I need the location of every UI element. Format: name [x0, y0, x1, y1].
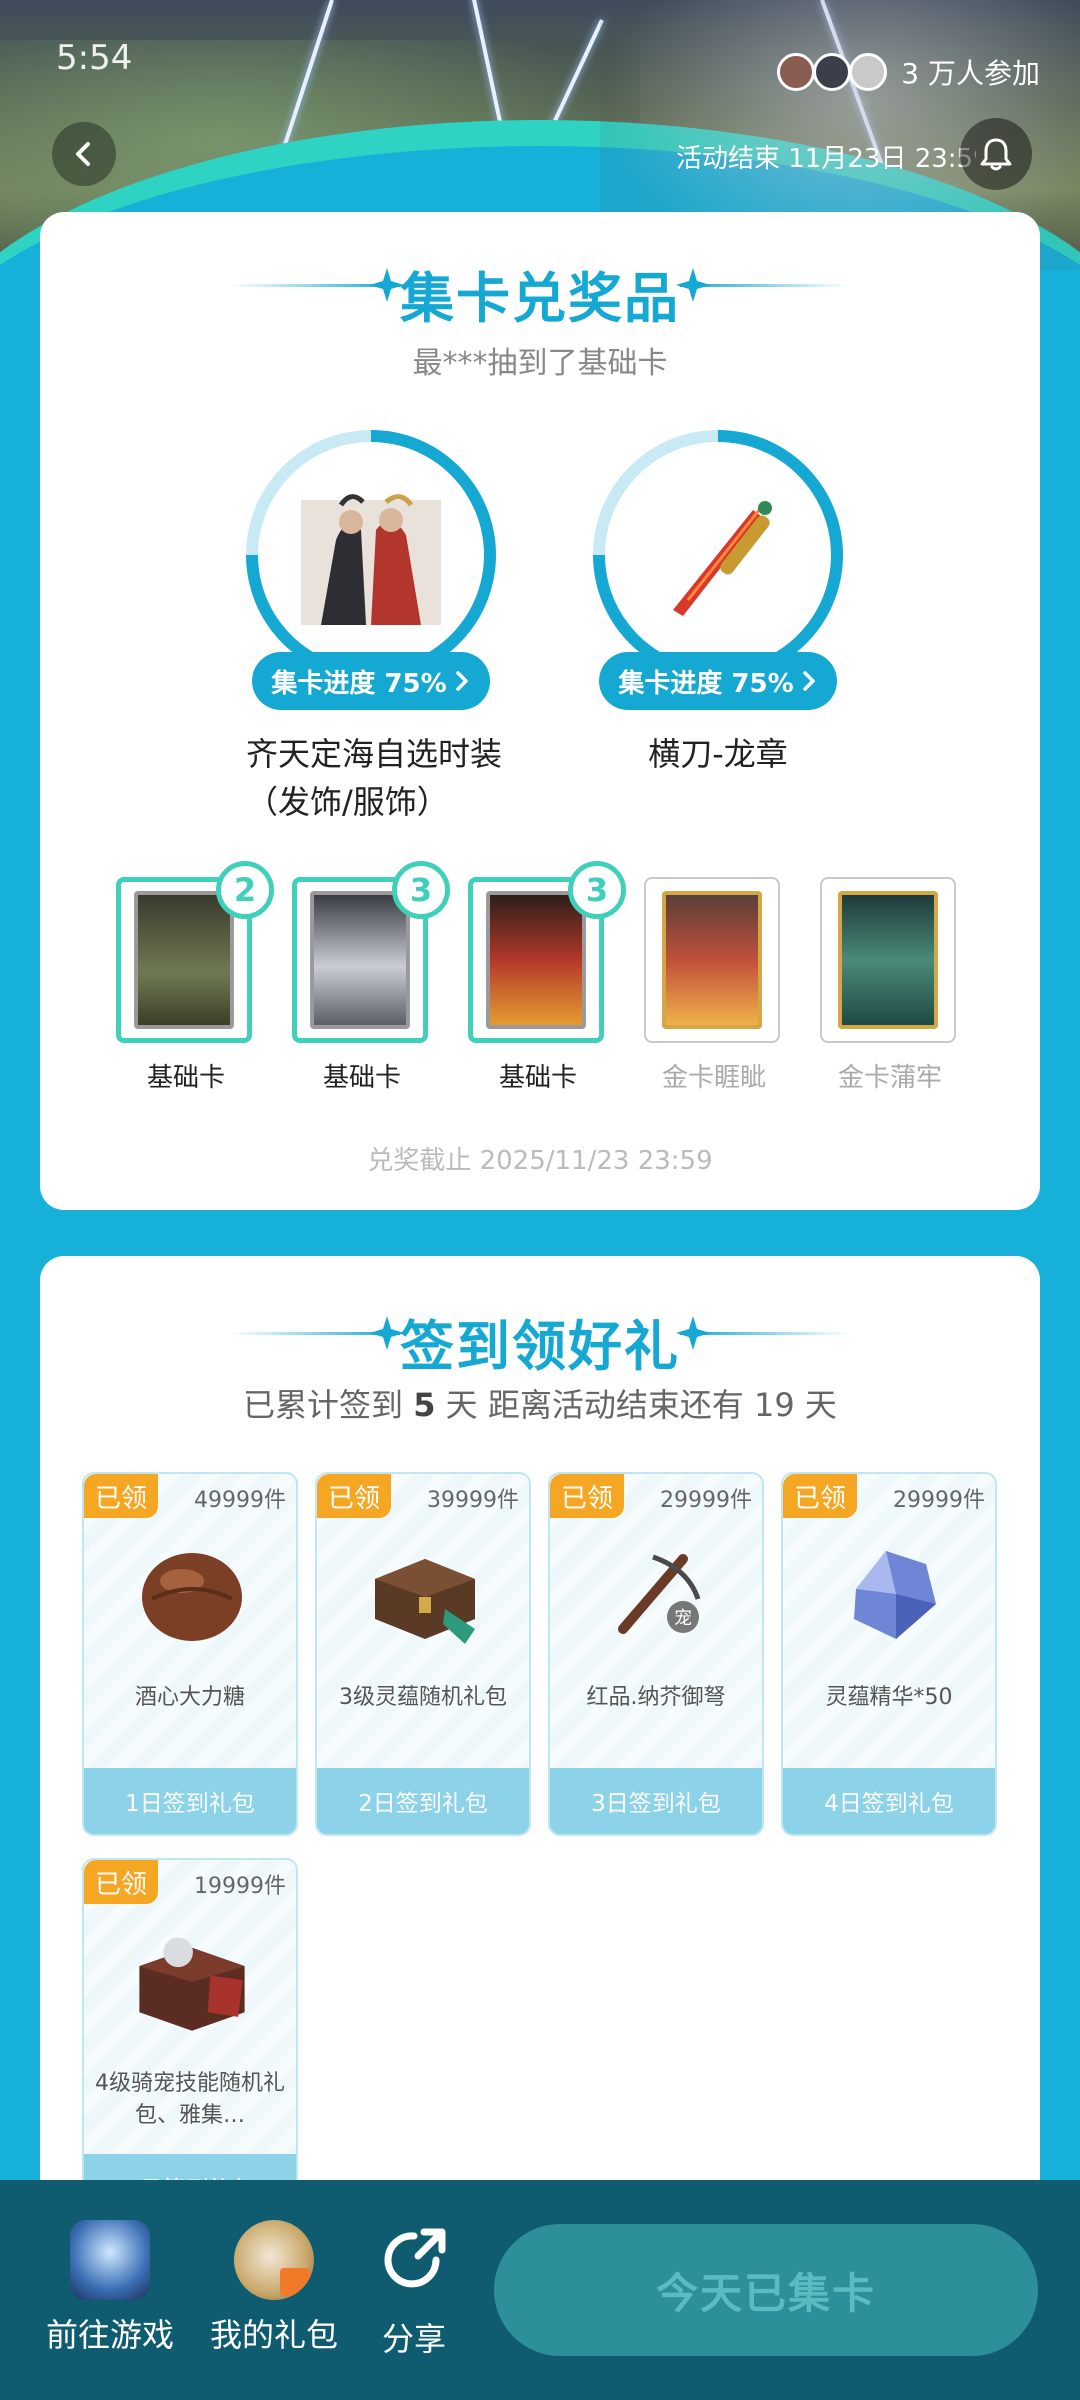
signin-gift-card[interactable]: 已领 49999件 酒心大力糖 1日签到礼包	[82, 1472, 298, 1836]
section-title: 集卡兑奖品	[400, 267, 680, 330]
gift-name: 3级灵蕴随机礼包	[339, 1685, 507, 1710]
prize-name: 齐天定海自选时装（发饰/服饰）	[246, 735, 503, 821]
gift-quantity: 39999件	[427, 1488, 519, 1513]
card-label: 基础卡	[322, 1063, 401, 1093]
chevron-right-icon	[802, 671, 815, 691]
collect-progress-button[interactable]: 集卡进度 75%	[252, 652, 490, 710]
svg-text:宠: 宠	[674, 1608, 692, 1629]
back-button[interactable]	[52, 122, 116, 186]
go-to-game-button[interactable]: 前往游戏	[40, 2220, 180, 2356]
claimed-badge: 已领	[317, 1474, 391, 1518]
chevron-left-icon	[76, 142, 90, 166]
gift-name: 红品.纳芥御弩	[586, 1685, 726, 1710]
gift-quantity: 49999件	[194, 1488, 286, 1513]
claimed-badge: 已领	[84, 1474, 158, 1518]
status-time: 5:54	[56, 38, 133, 78]
card-count-badge: 3	[392, 861, 450, 919]
latest-draw-text: 最***抽到了基础卡	[412, 346, 668, 381]
card-label: 基础卡	[498, 1063, 577, 1093]
collect-card-basic[interactable]: 3	[292, 861, 450, 1047]
signin-gift-card[interactable]: 已领 19999件 4级骑宠技能随机礼包、雅集… 5日签到礼包	[82, 1858, 298, 2222]
gift-day-label: 2日签到礼包	[317, 1768, 529, 1834]
pet-chest-icon	[139, 1937, 245, 2031]
signin-gift-card[interactable]: 已领 29999件 灵蕴精华*50 4日签到礼包	[781, 1472, 997, 1836]
reminder-button[interactable]	[960, 118, 1032, 190]
card-count-badge: 3	[568, 861, 626, 919]
progress-label: 集卡进度 75%	[618, 668, 794, 699]
costume-icon	[301, 494, 441, 625]
prize-item[interactable]: 集卡进度 75% 横刀-龙章	[543, 430, 843, 773]
progress-label: 集卡进度 75%	[271, 668, 447, 699]
progress-ring	[246, 430, 496, 680]
avatar	[813, 53, 852, 91]
summary-prefix: 已累计签到	[243, 1386, 404, 1424]
card-label: 金卡睚眦	[661, 1063, 766, 1093]
collected-today-button[interactable]: 今天已集卡	[494, 2224, 1038, 2356]
gift-quantity: 29999件	[893, 1488, 985, 1513]
collect-card-gold[interactable]	[820, 877, 960, 1047]
nav-label: 我的礼包	[209, 2316, 338, 2354]
my-gifts-button[interactable]: 我的礼包	[204, 2220, 344, 2356]
gift-day-label: 1日签到礼包	[84, 1768, 296, 1834]
participants: 3 万人参加	[777, 52, 1040, 92]
progress-ring	[593, 430, 843, 680]
gift-quantity: 19999件	[194, 1874, 286, 1899]
game-icon	[70, 2220, 150, 2300]
signin-gift-card[interactable]: 已领 29999件 宠 红品.纳芥御弩 3日签到礼包	[548, 1472, 764, 1836]
collect-card-basic[interactable]: 3	[468, 861, 626, 1047]
collect-card-gold[interactable]	[644, 877, 784, 1047]
gift-name: 灵蕴精华*50	[825, 1685, 953, 1710]
collect-card-basic[interactable]: 2	[116, 861, 274, 1047]
blade-icon	[673, 501, 772, 616]
gift-bag-icon	[234, 2220, 314, 2300]
signin-gift-card[interactable]: 已领 39999件 3级灵蕴随机礼包 2日签到礼包	[315, 1472, 531, 1836]
chevron-right-icon	[455, 671, 468, 691]
card-count-badge: 2	[216, 861, 274, 919]
treasure-chest-icon	[375, 1559, 475, 1644]
activity-end-time: 活动结束 11月23日 23:59	[676, 144, 976, 174]
claimed-badge: 已领	[783, 1474, 857, 1518]
share-icon	[384, 2228, 446, 2288]
gift-name: 4级骑宠技能随机礼包、雅集…	[95, 2071, 285, 2128]
card-label: 基础卡	[146, 1063, 225, 1093]
nav-label: 分享	[381, 2320, 446, 2358]
days-signed: 5	[413, 1386, 436, 1424]
gift-name: 酒心大力糖	[134, 1685, 245, 1710]
summary-suffix: 天	[804, 1386, 837, 1424]
signin-summary: 已累计签到 5 天 距离活动结束还有 19 天	[40, 1380, 1040, 1426]
card-label: 金卡蒲牢	[837, 1063, 942, 1093]
redeem-deadline: 兑奖截止 2025/11/23 23:59	[367, 1146, 713, 1176]
share-button[interactable]: 分享	[344, 2220, 484, 2360]
prize-item[interactable]: 集卡进度 75% 齐天定海自选时装（发饰/服饰）	[196, 430, 502, 821]
crossbow-icon: 宠	[618, 1554, 701, 1634]
section-title: 签到领好礼	[400, 1315, 680, 1378]
gift-day-label: 4日签到礼包	[783, 1768, 995, 1834]
crystal-icon	[854, 1551, 936, 1639]
claimed-badge: 已领	[550, 1474, 624, 1518]
bell-icon	[980, 138, 1012, 171]
gift-quantity: 29999件	[660, 1488, 752, 1513]
collect-card-section: 集卡兑奖品 最***抽到了基础卡 集卡进度 75% 齐天定海自选时装（发饰/服饰…	[40, 212, 1040, 1210]
nav-label: 前往游戏	[45, 2316, 174, 2354]
avatar	[849, 53, 888, 91]
chocolate-icon	[142, 1553, 242, 1641]
days-left: 19	[754, 1386, 795, 1424]
bottom-action-bar: 前往游戏 我的礼包 分享 今天已集卡	[0, 2180, 1080, 2400]
claimed-badge: 已领	[84, 1860, 158, 1904]
gift-day-label: 3日签到礼包	[550, 1768, 762, 1834]
avatar	[777, 53, 816, 91]
summary-mid: 天 距离活动结束还有	[445, 1386, 744, 1424]
collect-progress-button[interactable]: 集卡进度 75%	[599, 652, 837, 710]
participants-count: 3 万人参加	[901, 57, 1040, 90]
prize-name: 横刀-龙章	[648, 735, 788, 773]
